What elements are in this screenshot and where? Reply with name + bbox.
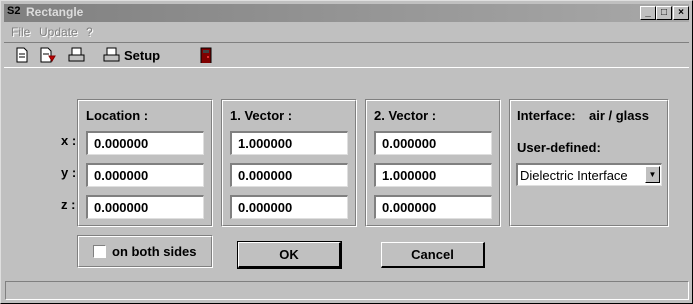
ok-button[interactable]: OK [237,241,342,269]
menu-help[interactable]: ? [86,25,93,39]
vector2-y-field[interactable]: 1.000000 [374,163,492,187]
interface-value: air / glass [589,108,649,123]
vector1-z-field[interactable]: 0.000000 [230,195,348,219]
vector1-x-field[interactable]: 1.000000 [230,131,348,155]
title-bar[interactable]: S2 Rectangle _ □ × [4,4,689,22]
interface-label: Interface: [517,108,576,123]
location-y-field[interactable]: 0.000000 [86,163,204,187]
both-sides-checkbox[interactable] [93,245,106,258]
interface-type-value: Dielectric Interface [520,168,628,183]
rectangle-dialog-window: S2 Rectangle _ □ × File Update ? Setup x… [0,0,693,304]
minimize-button[interactable]: _ [640,6,656,20]
vector1-y-field[interactable]: 0.000000 [230,163,348,187]
window-title: Rectangle [26,5,84,19]
vector2-title: 2. Vector : [374,108,437,123]
location-z-field[interactable]: 0.000000 [86,195,204,219]
new-document-icon[interactable] [15,47,29,63]
status-bar [5,281,689,300]
user-defined-label: User-defined: [517,140,601,155]
printer-icon[interactable] [103,47,121,63]
axis-label-z: z : [61,197,76,212]
menu-bar: File Update ? [4,23,689,41]
setup-button[interactable]: Setup [124,48,160,63]
menu-update[interactable]: Update [39,25,78,39]
interface-type-select[interactable]: Dielectric Interface ▼ [516,163,662,186]
both-sides-label: on both sides [112,244,197,259]
vector2-x-field[interactable]: 0.000000 [374,131,492,155]
vector1-title: 1. Vector : [230,108,293,123]
exit-door-icon[interactable] [200,47,212,63]
vector2-z-field[interactable]: 0.000000 [374,195,492,219]
axis-label-y: y : [61,165,77,180]
axis-label-x: x : [61,133,77,148]
toolbar: Setup [4,42,689,68]
save-document-icon[interactable] [39,47,57,63]
dropdown-arrow-icon[interactable]: ▼ [645,166,660,183]
location-x-field[interactable]: 0.000000 [86,131,204,155]
app-icon: S2 [7,5,21,17]
print-icon[interactable] [68,47,86,63]
location-title: Location : [86,108,149,123]
menu-file[interactable]: File [11,25,30,39]
close-button[interactable]: × [673,6,689,20]
maximize-button[interactable]: □ [656,6,672,20]
cancel-button[interactable]: Cancel [381,242,485,268]
